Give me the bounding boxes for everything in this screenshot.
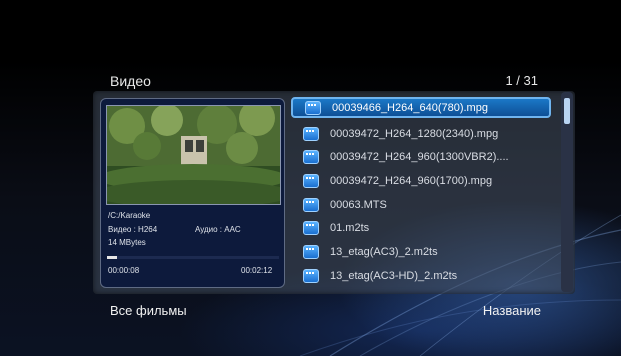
playback-progress-fill xyxy=(107,256,118,259)
file-name: 13_etag(AC3-HD)_2.m2ts xyxy=(330,269,458,282)
file-item[interactable]: 13_etag(AC3-HD)_2.m2ts xyxy=(291,264,551,288)
file-name: 00063.MTS xyxy=(330,198,387,211)
file-item[interactable]: 00039472_H264_960(1700).mpg xyxy=(291,169,551,193)
page-title: Видео xyxy=(110,73,151,89)
file-item[interactable]: 00039472_H264_960(1300VBR2).... xyxy=(291,145,551,169)
file-list: 00039466_H264_640(780).mpg 00039472_H264… xyxy=(291,96,551,288)
video-file-icon xyxy=(305,100,321,115)
file-size: 14 MBytes xyxy=(108,238,146,247)
playback-progress xyxy=(107,256,279,259)
page-counter: 1 / 31 xyxy=(505,73,538,88)
file-item[interactable]: 00039466_H264_640(780).mpg xyxy=(291,97,551,118)
file-name: 00039466_H264_640(780).mpg xyxy=(332,101,488,114)
video-file-icon xyxy=(303,244,319,259)
file-item[interactable]: 13_etag(AC3)_2.m2ts xyxy=(291,240,551,264)
video-file-icon xyxy=(303,197,319,212)
audio-codec: Аудио : AAC xyxy=(195,225,241,234)
file-item[interactable]: 00063.MTS xyxy=(291,193,551,217)
file-path: /C:/Karaoke xyxy=(108,211,151,220)
video-codec: Видео : H264 xyxy=(108,225,158,234)
elapsed-time: 00:00:08 xyxy=(108,266,140,275)
file-name: 00039472_H264_960(1300VBR2).... xyxy=(330,151,509,164)
file-name: 00039472_H264_1280(2340).mpg xyxy=(330,127,499,140)
file-name: 01.m2ts xyxy=(330,222,370,235)
video-file-icon xyxy=(303,126,319,141)
file-name: 00039472_H264_960(1700).mpg xyxy=(330,174,493,187)
sort-button[interactable]: Название xyxy=(483,303,541,318)
scrollbar-thumb[interactable] xyxy=(564,98,570,124)
video-file-icon xyxy=(303,221,319,236)
video-file-icon xyxy=(303,268,319,283)
video-thumbnail xyxy=(106,105,281,205)
total-duration: 00:02:12 xyxy=(241,266,273,275)
preview-pane: /C:/Karaoke Видео : H264 Аудио : AAC 14 … xyxy=(100,98,285,288)
list-scrollbar[interactable] xyxy=(561,92,573,292)
file-item[interactable]: 01.m2ts xyxy=(291,216,551,240)
media-browser-screen: Видео 1 / 31 /C:/Karaoke Видео : H264 Ау… xyxy=(0,0,621,356)
video-file-icon xyxy=(303,173,319,188)
video-file-icon xyxy=(303,150,319,165)
filter-button[interactable]: Все фильмы xyxy=(110,303,187,318)
file-name: 13_etag(AC3)_2.m2ts xyxy=(330,245,438,258)
file-item[interactable]: 00039472_H264_1280(2340).mpg xyxy=(291,122,551,146)
